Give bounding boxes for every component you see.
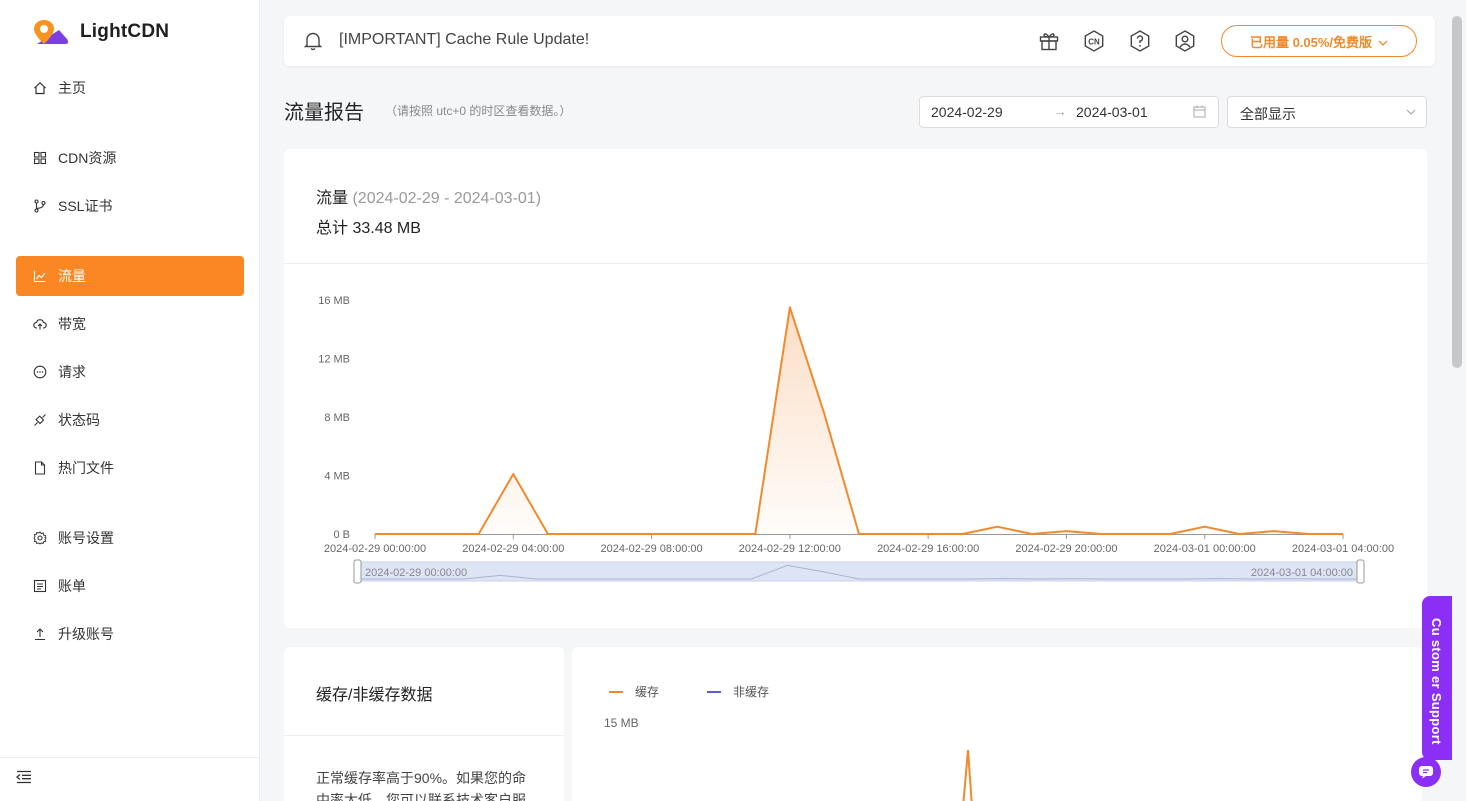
- sidebar-item-status-codes[interactable]: 状态码: [16, 400, 244, 440]
- usage-plan-dropdown[interactable]: 已用量 0.05%/免费版: [1221, 25, 1417, 57]
- display-filter-select[interactable]: 全部显示: [1227, 96, 1427, 128]
- bill-icon: [33, 579, 47, 593]
- sidebar-item-label: 账号设置: [58, 530, 114, 546]
- cache-title: 缓存/非缓存数据: [316, 687, 433, 704]
- user-icon[interactable]: [1173, 29, 1197, 53]
- sidebar-item-upgrade[interactable]: 升级账号: [16, 614, 244, 654]
- y-tick-label: 8 MB: [324, 412, 350, 424]
- zoom-end-label: 2024-03-01 04:00:00: [1251, 567, 1353, 579]
- sidebar-item-billing[interactable]: 账单: [16, 566, 244, 606]
- sidebar-item-label: 请求: [58, 364, 86, 380]
- gift-icon[interactable]: [1037, 29, 1061, 53]
- announcement-link[interactable]: [IMPORTANT] Cache Rule Update!: [339, 31, 589, 49]
- traffic-card: 流量 (2024-02-29 - 2024-03-01) 总计 33.48 MB…: [284, 149, 1427, 628]
- sidebar-item-label: 带宽: [58, 316, 86, 332]
- sidebar-item-label: 账单: [58, 578, 86, 594]
- sidebar-item-home[interactable]: 主页: [16, 68, 244, 108]
- file-icon: [33, 461, 47, 475]
- collapse-menu-icon[interactable]: [15, 770, 32, 789]
- page-scrollbar[interactable]: [1452, 16, 1462, 368]
- gear-icon: [33, 531, 47, 545]
- grid-icon: [33, 151, 47, 165]
- y-tick-label: 16 MB: [318, 295, 350, 307]
- sidebar-item-traffic[interactable]: 流量: [16, 256, 244, 296]
- svg-text:CN: CN: [1088, 38, 1100, 47]
- chat-bubble-icon[interactable]: [1411, 757, 1441, 787]
- chevron-down-icon: [1378, 34, 1388, 49]
- logo-text: LightCDN: [80, 21, 170, 42]
- branch-icon: [33, 199, 47, 213]
- sidebar-item-ssl[interactable]: SSL证书: [16, 186, 244, 226]
- sidebar: LightCDN 主页 CDN资源 SSL证书 流量 带宽 请求 状态码 热门文…: [0, 0, 260, 801]
- logo-icon: [34, 20, 69, 44]
- customer-support-tab[interactable]: Cu stom er Support: [1422, 596, 1452, 760]
- display-filter-value: 全部显示: [1240, 106, 1296, 122]
- page-title: 流量报告: [284, 102, 364, 124]
- cache-chart: [962, 749, 973, 801]
- sidebar-item-label: 热门文件: [58, 460, 114, 476]
- x-tick-label: 2024-02-29 00:00:00: [324, 543, 426, 555]
- x-tick-label: 2024-02-29 20:00:00: [1015, 543, 1117, 555]
- x-tick-label: 2024-02-29 04:00:00: [462, 543, 564, 555]
- x-tick-label: 2024-02-29 08:00:00: [600, 543, 702, 555]
- cache-description: 正常缓存率高于90%。如果您的命中率太低，您可以联系技术客户服: [316, 770, 527, 801]
- sidebar-item-bandwidth[interactable]: 带宽: [16, 304, 244, 344]
- sidebar-item-account-settings[interactable]: 账号设置: [16, 518, 244, 558]
- divider: [284, 735, 564, 736]
- cache-info-card: 缓存/非缓存数据 正常缓存率高于90%。如果您的命中率太低，您可以联系技术客户服: [284, 647, 564, 801]
- arrow-right-icon: →: [1053, 103, 1067, 119]
- date-range-picker[interactable]: 2024-02-29 → 2024-03-01: [919, 96, 1219, 128]
- help-icon[interactable]: [1128, 29, 1152, 53]
- cloud-upload-icon: [33, 317, 47, 331]
- cache-chart-card: 缓存 非缓存 15 MB: [572, 647, 1422, 801]
- sidebar-item-label: SSL证书: [58, 198, 113, 214]
- sidebar-footer: [0, 757, 259, 801]
- sidebar-item-label: 流量: [58, 268, 86, 284]
- x-tick-label: 2024-02-29 12:00:00: [739, 543, 841, 555]
- sidebar-item-cdn[interactable]: CDN资源: [16, 138, 244, 178]
- zoom-slider-track: [356, 561, 1362, 582]
- support-label: Cu stom er Support: [1429, 618, 1444, 745]
- sidebar-item-requests[interactable]: 请求: [16, 352, 244, 392]
- date-start-input[interactable]: 2024-02-29: [931, 104, 1003, 120]
- zoom-handle-left[interactable]: [353, 559, 362, 584]
- x-tick-label: 2024-02-29 16:00:00: [877, 543, 979, 555]
- message-icon: [33, 365, 47, 379]
- api-icon: [33, 413, 47, 427]
- sidebar-item-label: 升级账号: [58, 626, 114, 642]
- sidebar-item-label: 主页: [58, 80, 86, 96]
- sidebar-item-hot-files[interactable]: 热门文件: [16, 448, 244, 488]
- y-tick-label: 0 B: [333, 529, 350, 541]
- calendar-icon: [1193, 105, 1206, 121]
- sidebar-item-label: CDN资源: [58, 150, 117, 166]
- zoom-handle-right[interactable]: [1356, 559, 1365, 584]
- zoom-start-label: 2024-02-29 00:00:00: [365, 567, 467, 579]
- line-chart-icon: [33, 269, 47, 283]
- top-bar: [IMPORTANT] Cache Rule Update! CN 已用量 0.…: [284, 16, 1435, 66]
- home-icon: [33, 81, 47, 95]
- date-end-input[interactable]: 2024-03-01: [1076, 104, 1148, 120]
- cached-series-line: [962, 749, 973, 801]
- x-tick-label: 2024-03-01 00:00:00: [1154, 543, 1256, 555]
- cn-icon[interactable]: CN: [1082, 29, 1106, 53]
- upload-icon: [33, 627, 47, 641]
- y-tick-label: 4 MB: [324, 471, 350, 483]
- timezone-hint: （请按照 utc+0 的时区查看数据。）: [385, 104, 572, 118]
- sidebar-item-label: 状态码: [58, 412, 100, 428]
- traffic-area: [375, 307, 1343, 534]
- logo[interactable]: LightCDN: [33, 18, 169, 46]
- x-tick-label: 2024-03-01 04:00:00: [1292, 543, 1394, 555]
- usage-label: 已用量 0.05%/免费版: [1249, 34, 1373, 50]
- chevron-down-icon: [1405, 105, 1417, 121]
- bell-icon[interactable]: [303, 31, 323, 56]
- traffic-chart[interactable]: 0 B 4 MB 8 MB 12 MB 16 MB 2024-02-29 00:00:00…: [284, 149, 1427, 628]
- y-tick-label: 12 MB: [318, 354, 350, 366]
